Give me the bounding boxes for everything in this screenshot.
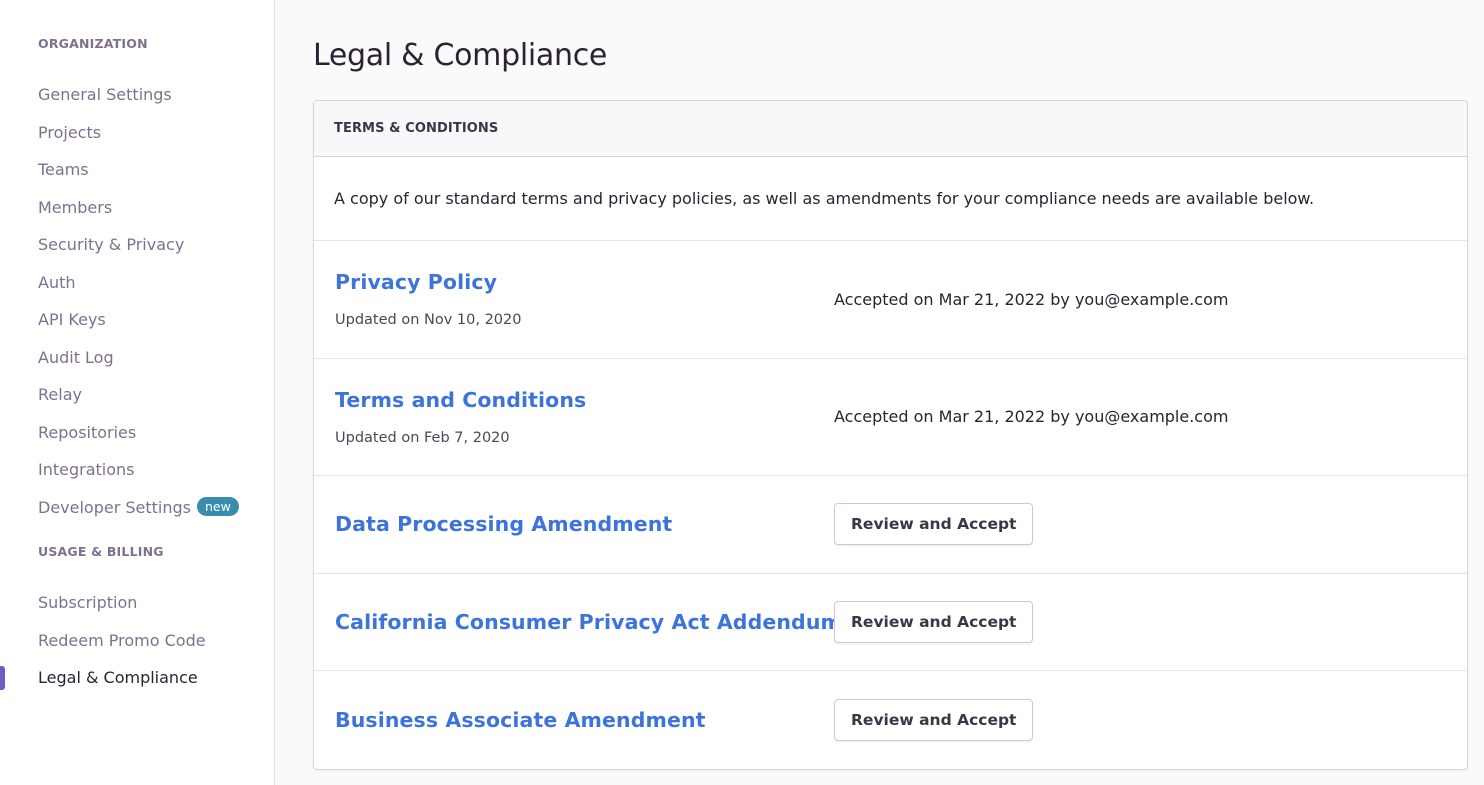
sidebar-section-usage-billing: USAGE & BILLING — [38, 544, 164, 559]
sidebar-item-projects[interactable]: Projects — [0, 114, 274, 152]
sidebar-item-relay[interactable]: Relay — [0, 376, 274, 414]
new-badge: new — [197, 496, 239, 516]
acceptance-status: Accepted on Mar 21, 2022 by you@example.… — [834, 289, 1229, 309]
main-content: Legal & Compliance TERMS & CONDITIONS A … — [275, 0, 1484, 785]
sidebar-item-auth[interactable]: Auth — [0, 264, 274, 302]
review-and-accept-button[interactable]: Review and Accept — [834, 600, 1034, 643]
sidebar-billing-list: Subscription Redeem Promo Code Legal & C… — [0, 584, 274, 697]
sidebar-item-audit-log[interactable]: Audit Log — [0, 339, 274, 377]
terms-and-conditions-link[interactable]: Terms and Conditions — [335, 388, 834, 412]
sidebar-item-label: Developer Settings — [38, 497, 191, 517]
sidebar-item-integrations[interactable]: Integrations — [0, 451, 274, 489]
panel-header: TERMS & CONDITIONS — [314, 101, 1467, 157]
review-and-accept-button[interactable]: Review and Accept — [834, 698, 1034, 741]
settings-sidebar: ORGANIZATION General Settings Projects T… — [0, 0, 275, 785]
page-title: Legal & Compliance — [313, 38, 608, 73]
sidebar-item-developer-settings[interactable]: Developer Settings new — [0, 489, 274, 527]
sidebar-item-legal-compliance[interactable]: Legal & Compliance — [0, 659, 274, 697]
sidebar-item-redeem-promo-code[interactable]: Redeem Promo Code — [0, 622, 274, 660]
sidebar-item-repositories[interactable]: Repositories — [0, 414, 274, 452]
sidebar-item-general-settings[interactable]: General Settings — [0, 76, 274, 114]
business-associate-amendment-link[interactable]: Business Associate Amendment — [335, 708, 834, 732]
document-updated-date: Updated on Feb 7, 2020 — [335, 429, 510, 446]
acceptance-status: Accepted on Mar 21, 2022 by you@example.… — [834, 407, 1229, 427]
ccpa-addendum-link[interactable]: California Consumer Privacy Act Addendum — [335, 610, 842, 634]
sidebar-item-api-keys[interactable]: API Keys — [0, 301, 274, 339]
sidebar-item-subscription[interactable]: Subscription — [0, 584, 274, 622]
sidebar-org-list: General Settings Projects Teams Members … — [0, 76, 274, 526]
sidebar-item-members[interactable]: Members — [0, 189, 274, 227]
sidebar-section-organization: ORGANIZATION — [38, 36, 148, 51]
document-row-ccpa-addendum: California Consumer Privacy Act Addendum… — [314, 574, 1467, 671]
review-and-accept-button[interactable]: Review and Accept — [834, 503, 1034, 546]
sidebar-item-security-privacy[interactable]: Security & Privacy — [0, 226, 274, 264]
privacy-policy-link[interactable]: Privacy Policy — [335, 270, 834, 294]
document-row-data-processing-amendment: Data Processing Amendment Review and Acc… — [314, 476, 1467, 574]
app-root: ORGANIZATION General Settings Projects T… — [0, 0, 1484, 785]
terms-panel: TERMS & CONDITIONS A copy of our standar… — [313, 100, 1468, 770]
panel-intro-text: A copy of our standard terms and privacy… — [314, 157, 1467, 241]
sidebar-item-teams[interactable]: Teams — [0, 151, 274, 189]
document-row-privacy-policy: Privacy Policy Updated on Nov 10, 2020 A… — [314, 241, 1467, 359]
data-processing-amendment-link[interactable]: Data Processing Amendment — [335, 512, 834, 536]
document-row-terms-and-conditions: Terms and Conditions Updated on Feb 7, 2… — [314, 359, 1467, 476]
document-updated-date: Updated on Nov 10, 2020 — [335, 312, 522, 329]
document-row-business-associate-amendment: Business Associate Amendment Review and … — [314, 671, 1467, 769]
